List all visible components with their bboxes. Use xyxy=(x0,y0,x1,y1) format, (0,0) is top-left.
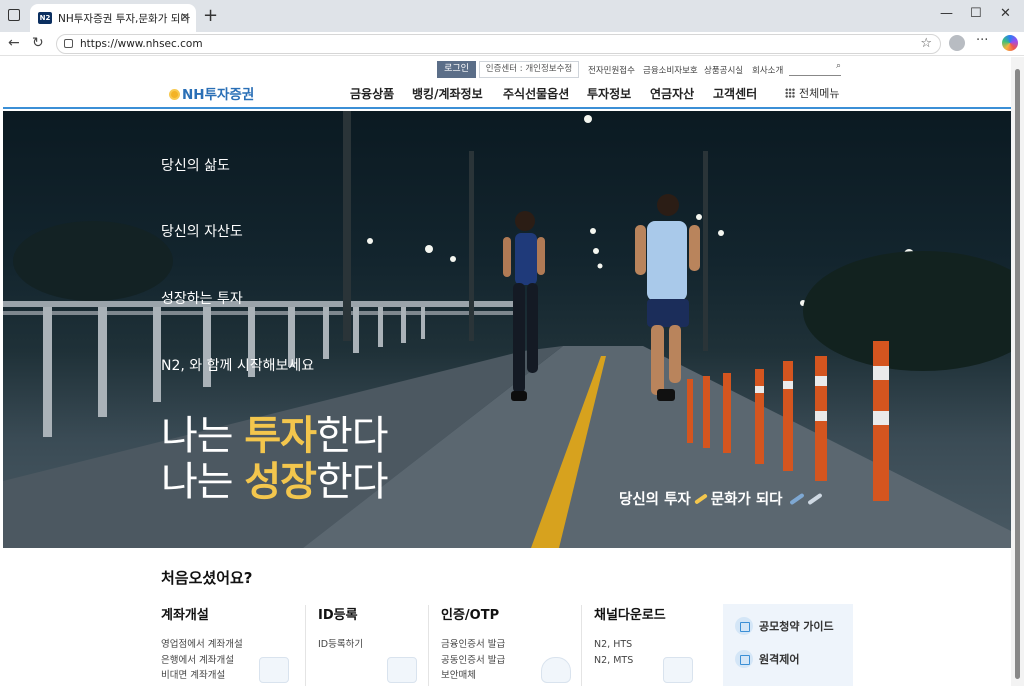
remote-control-link[interactable]: 원격제어 xyxy=(735,650,799,668)
page-viewport: 로그인 인증센터 : 개인정보수정 전자민원접수 금융소비자보호 상품공시실 회… xyxy=(3,57,1011,686)
col-title-cert-otp: 인증/OTP xyxy=(441,608,500,623)
slogan-1-post: 한다 xyxy=(315,413,389,459)
maximize-button[interactable]: ☐ xyxy=(970,6,982,21)
hero-line-3: 성장하는 투자 xyxy=(161,291,243,307)
logo-text: NH투자증권 xyxy=(182,87,255,103)
col-cert-otp: 인증/OTP 금융인증서 발급 공동인증서 발급 보안매체 xyxy=(441,604,505,686)
tagline-part-b: 문화가 되다 xyxy=(710,492,783,508)
column-divider xyxy=(428,605,429,686)
link-id-register[interactable]: ID등록하기 xyxy=(318,637,363,653)
slogan-2-post: 한다 xyxy=(315,459,389,505)
hero-line-4: N2, 와 함께 시작해보세요 xyxy=(161,358,315,374)
tab-title: NH투자증권 투자,문화가 되다 xyxy=(58,13,191,25)
minimize-button[interactable]: — xyxy=(940,6,953,21)
shield-illustration-icon xyxy=(541,657,571,683)
search-icon[interactable]: ⌕ xyxy=(836,61,841,71)
page-scrollbar[interactable] xyxy=(1011,57,1024,686)
column-divider xyxy=(581,605,582,686)
scrollbar-thumb[interactable] xyxy=(1015,69,1020,679)
logo-mark-icon xyxy=(169,89,180,100)
slogan-grow: 나는 성장한다 xyxy=(161,459,389,505)
address-bar-row: ← ↻ https://www.nhsec.com ☆ xyxy=(0,32,1024,56)
browser-tab-bar: N2 NH투자증권 투자,문화가 되다 ✕ + — ☐ ✕ xyxy=(0,0,1024,32)
favicon-icon: N2 xyxy=(38,12,52,24)
menu-customer-center[interactable]: 고객센터 xyxy=(713,85,757,102)
all-menu-button[interactable]: 전체메뉴 xyxy=(785,85,839,101)
tagline-stroke-gray-icon xyxy=(806,492,823,506)
util-link-complaint[interactable]: 전자민원접수 xyxy=(588,64,635,76)
util-link-company[interactable]: 회사소개 xyxy=(752,64,783,76)
col-account-open: 계좌개설 영업점에서 계좌개설 은행에서 계좌개설 비대면 계좌개설 xyxy=(161,604,243,686)
close-tab-icon[interactable]: ✕ xyxy=(180,10,190,24)
more-menu-icon[interactable]: ··· xyxy=(976,33,988,48)
profile-avatar[interactable] xyxy=(949,35,965,51)
url-text: https://www.nhsec.com xyxy=(80,38,203,50)
menu-stock-futures[interactable]: 주식선물옵션 xyxy=(503,85,569,102)
tagline-stroke-icon xyxy=(693,493,708,505)
menu-pension[interactable]: 연금자산 xyxy=(650,85,694,102)
col-title-channel-download: 채널다운로드 xyxy=(594,608,666,623)
main-nav: NH투자증권 금융상품 뱅킹/계좌정보 주식선물옵션 투자정보 연금자산 고객센… xyxy=(3,83,1011,109)
grid-icon xyxy=(785,88,795,98)
col-id-register: ID등록 ID등록하기 xyxy=(318,604,363,686)
browser-tab[interactable]: N2 NH투자증권 투자,문화가 되다 ✕ xyxy=(30,4,196,32)
col-title-id-register: ID등록 xyxy=(318,608,358,623)
link-n2-hts[interactable]: N2, HTS xyxy=(594,637,666,653)
ipo-guide-link[interactable]: 공모청약 가이드 xyxy=(735,617,834,635)
favorite-star-icon[interactable]: ☆ xyxy=(920,36,932,51)
link-n2-mts[interactable]: N2, MTS xyxy=(594,653,666,669)
monitor-illustration-icon xyxy=(663,657,693,683)
col-channel-download: 채널다운로드 N2, HTS N2, MTS xyxy=(594,604,666,686)
id-card-illustration-icon xyxy=(387,657,417,683)
slogan-2-pre: 나는 xyxy=(161,459,245,505)
hero-tagline: 당신의 투자 문화가 되다 xyxy=(619,488,824,509)
slogan-1-highlight: 투자 xyxy=(244,413,317,459)
link-security-media[interactable]: 보안매체 xyxy=(441,668,505,684)
tagline-stroke-blue-icon xyxy=(788,492,805,506)
link-open-at-branch[interactable]: 영업점에서 계좌개설 xyxy=(161,637,243,653)
copilot-icon[interactable] xyxy=(1002,35,1018,51)
link-joint-cert[interactable]: 공동인증서 발급 xyxy=(441,653,505,669)
nh-logo[interactable]: NH투자증권 xyxy=(169,83,254,105)
util-link-consumer-protection[interactable]: 금융소비자보호 xyxy=(643,64,698,76)
menu-banking[interactable]: 뱅킹/계좌정보 xyxy=(412,85,483,102)
hero-night-road-image xyxy=(3,111,1011,548)
util-link-product-disclosure[interactable]: 상품공시실 xyxy=(704,64,743,76)
slogan-invest: 나는 투자한다 xyxy=(161,413,389,459)
remote-control-label: 원격제어 xyxy=(759,653,800,666)
link-open-at-bank[interactable]: 은행에서 계좌개설 xyxy=(161,653,243,669)
quick-links-box: 공모청약 가이드 원격제어 xyxy=(723,604,853,686)
menu-invest-info[interactable]: 투자정보 xyxy=(587,85,631,102)
ipo-guide-label: 공모청약 가이드 xyxy=(759,620,834,633)
hero-line-2: 당신의 자산도 xyxy=(161,224,243,240)
search-input[interactable]: ⌕ xyxy=(789,61,841,76)
menu-financial-products[interactable]: 금융상품 xyxy=(350,85,394,102)
cert-center-button[interactable]: 인증센터 : 개인정보수정 xyxy=(479,61,579,78)
calendar-icon xyxy=(735,617,753,635)
card-illustration-icon xyxy=(259,657,289,683)
hero-line-1: 당신의 삶도 xyxy=(161,158,230,174)
all-menu-label: 전체메뉴 xyxy=(799,87,840,100)
link-financial-cert[interactable]: 금융인증서 발급 xyxy=(441,637,505,653)
tagline-part-a: 당신의 투자 xyxy=(619,492,691,508)
close-window-button[interactable]: ✕ xyxy=(1000,6,1011,21)
window-menu-icon[interactable] xyxy=(8,9,20,21)
slogan-2-highlight: 성장 xyxy=(244,459,317,505)
column-divider xyxy=(305,605,306,686)
url-field[interactable]: https://www.nhsec.com ☆ xyxy=(56,34,941,54)
new-tab-button[interactable]: + xyxy=(203,5,218,26)
refresh-icon[interactable]: ↻ xyxy=(32,35,44,51)
welcome-title: 처음오셨어요? xyxy=(161,569,253,587)
link-open-untact[interactable]: 비대면 계좌개설 xyxy=(161,668,243,684)
login-button[interactable]: 로그인 xyxy=(437,61,476,78)
back-icon[interactable]: ← xyxy=(8,35,20,51)
hero-banner[interactable]: 당신의 삶도 당신의 자산도 성장하는 투자 N2, 와 함께 시작해보세요 나… xyxy=(3,111,1011,548)
utility-nav: 로그인 인증센터 : 개인정보수정 전자민원접수 금융소비자보호 상품공시실 회… xyxy=(3,61,1011,79)
slogan-1-pre: 나는 xyxy=(161,413,245,459)
lock-icon xyxy=(64,39,73,48)
col-title-account-open: 계좌개설 xyxy=(161,608,209,623)
mouse-icon xyxy=(735,650,753,668)
